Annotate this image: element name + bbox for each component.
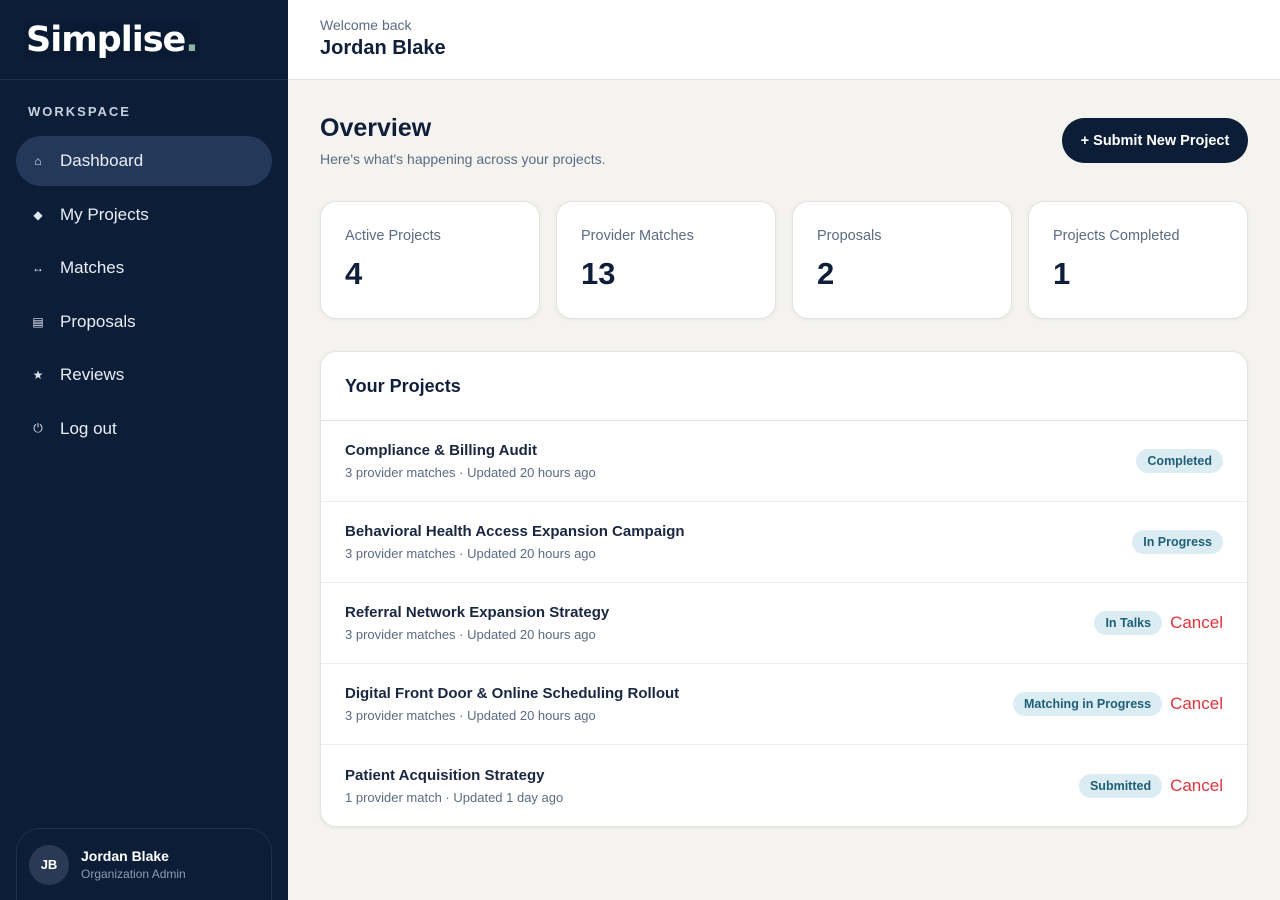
stat-value: 4 [345,256,363,291]
brand-logo[interactable]: Simplise. [24,19,200,60]
status-badge: In Progress [1132,530,1223,554]
project-meta: 3 provider matches · Updated 20 hours ag… [345,708,596,723]
sidebar-item-label: Log out [60,418,117,438]
cancel-button[interactable]: Cancel [1170,694,1223,714]
project-meta: 3 provider matches · Updated 20 hours ag… [345,465,596,480]
stat-value: 1 [1053,256,1071,291]
cancel-button[interactable]: Cancel [1170,613,1223,633]
status-badge: Submitted [1078,773,1163,798]
star-icon: ★ [32,368,44,383]
sidebar-item-my-projects[interactable]: ◆ My Projects [16,190,272,240]
stat-card-provider-matches: Provider Matches 13 [556,201,776,319]
status-badge: Matching in Progress [1012,692,1163,716]
overview-heading-group: Overview Here's what's happening across … [320,114,606,167]
project-actions: Completed [1136,449,1223,473]
sidebar-item-matches[interactable]: ↔ Matches [16,243,272,293]
project-row[interactable]: Compliance & Billing Audit 3 provider ma… [321,421,1247,502]
topbar: Welcome back Jordan Blake [288,0,1280,80]
sidebar-item-label: Proposals [60,311,136,331]
document-icon: ▤ [32,314,44,329]
stat-card-proposals: Proposals 2 [792,201,1012,319]
arrows-icon: ↔ [32,261,44,276]
project-info: Digital Front Door & Online Scheduling R… [345,685,679,723]
project-title: Compliance & Billing Audit [345,442,537,459]
project-actions: In Talks Cancel [1094,611,1223,635]
brand-name: Simplise [26,19,186,60]
sidebar-item-reviews[interactable]: ★ Reviews [16,350,272,400]
main-area: Welcome back Jordan Blake Overview Here'… [288,0,1280,900]
project-title: Behavioral Health Access Expansion Campa… [345,523,685,540]
stat-value: 13 [581,256,616,291]
project-actions: In Progress [1132,530,1223,554]
project-row[interactable]: Behavioral Health Access Expansion Campa… [321,502,1247,583]
stat-card-active-projects: Active Projects 4 [320,201,540,319]
project-actions: Submitted Cancel [1078,773,1223,798]
topbar-user-name: Jordan Blake [320,37,446,59]
user-card[interactable]: JB Jordan Blake Organization Admin [16,828,272,900]
projects-title: Your Projects [321,352,1247,421]
stat-label: Proposals [817,228,882,244]
page-title: Overview [320,114,432,142]
sidebar-item-dashboard[interactable]: ⌂ Dashboard [16,136,272,186]
stat-value: 2 [817,256,835,291]
project-title: Patient Acquisition Strategy [345,766,545,784]
welcome-text: Welcome back [320,17,412,33]
cancel-button[interactable]: Cancel [1170,776,1223,796]
user-role: Organization Admin [81,867,186,881]
stat-label: Active Projects [345,228,441,244]
logo-area: Simplise. [0,0,288,80]
submit-new-project-button[interactable]: + Submit New Project [1062,118,1248,163]
sidebar-item-label: Reviews [60,365,125,385]
sidebar-item-label: My Projects [60,204,149,224]
project-info: Compliance & Billing Audit 3 provider ma… [345,442,596,480]
status-badge: Completed [1136,449,1223,473]
project-row[interactable]: Referral Network Expansion Strategy 3 pr… [321,583,1247,664]
overview-header: Overview Here's what's happening across … [320,114,1248,167]
sidebar-item-log-out[interactable]: ⏻ Log out [16,404,272,454]
project-meta: 3 provider matches · Updated 20 hours ag… [345,546,596,561]
project-actions: Matching in Progress Cancel [1012,692,1223,716]
project-meta: 1 provider match · Updated 1 day ago [345,789,564,805]
avatar: JB [29,844,69,885]
sidebar-nav: ⌂ Dashboard ◆ My Projects ↔ Matches ▤ Pr… [0,136,288,454]
sidebar: Simplise. WORKSPACE ⌂ Dashboard ◆ My Pro… [0,0,288,900]
project-info: Patient Acquisition Strategy 1 provider … [345,767,563,805]
section-label-workspace: WORKSPACE [28,104,131,119]
stat-card-projects-completed: Projects Completed 1 [1028,201,1248,319]
project-row[interactable]: Patient Acquisition Strategy 1 provider … [321,745,1247,826]
project-meta: 3 provider matches · Updated 20 hours ag… [345,627,596,642]
page-subtitle: Here's what's happening across your proj… [320,151,606,167]
diamond-icon: ◆ [33,207,43,222]
power-icon: ⏻ [33,421,43,436]
stats-row: Active Projects 4 Provider Matches 13 Pr… [320,201,1248,319]
project-info: Behavioral Health Access Expansion Campa… [345,523,685,561]
projects-panel: Your Projects Compliance & Billing Audit… [320,351,1248,827]
stat-label: Provider Matches [581,228,694,244]
user-name: Jordan Blake [81,848,169,864]
brand-dot: . [185,19,198,60]
user-info: Jordan Blake Organization Admin [81,848,186,881]
project-title: Digital Front Door & Online Scheduling R… [345,685,680,702]
sidebar-item-label: Matches [60,258,125,278]
home-icon: ⌂ [34,154,42,168]
sidebar-item-label: Dashboard [60,151,144,170]
project-info: Referral Network Expansion Strategy 3 pr… [345,604,609,642]
status-badge: In Talks [1094,611,1163,635]
sidebar-item-proposals[interactable]: ▤ Proposals [16,297,272,347]
project-title: Referral Network Expansion Strategy [345,604,610,621]
content: Overview Here's what's happening across … [288,80,1280,827]
project-row[interactable]: Digital Front Door & Online Scheduling R… [321,664,1247,745]
stat-label: Projects Completed [1053,228,1180,244]
